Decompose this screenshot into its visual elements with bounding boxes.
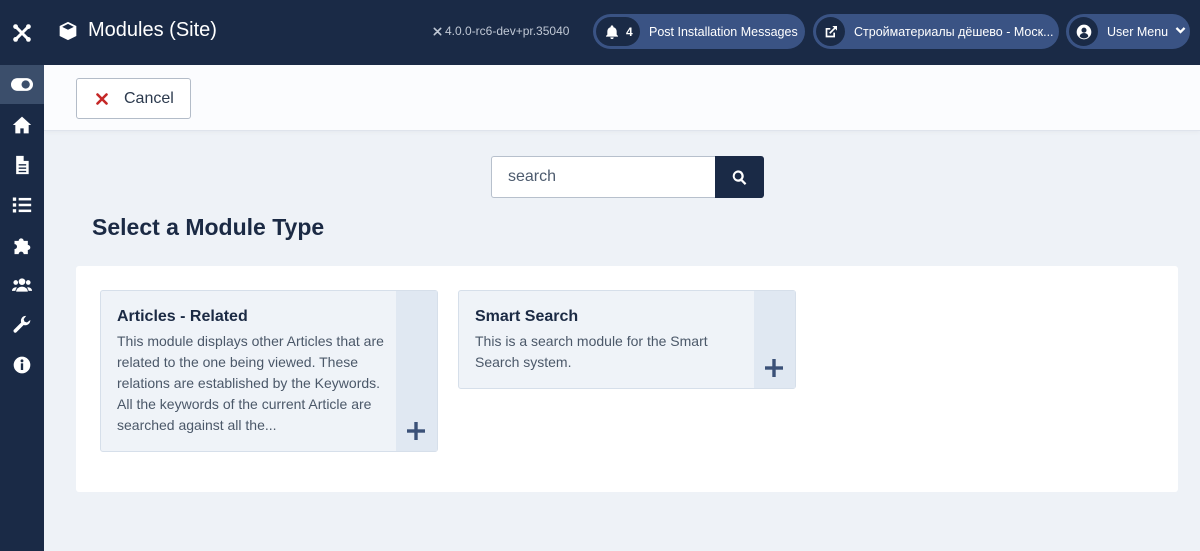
sidebar-item-home[interactable] — [0, 105, 44, 145]
users-icon — [12, 278, 32, 292]
notification-count: 4 — [626, 24, 633, 39]
cube-icon — [59, 21, 77, 40]
module-list-panel: Articles - Related This module displays … — [76, 266, 1178, 492]
external-link-icon — [825, 25, 837, 37]
version-label: 4.0.0-rc6-dev+pr.35040 — [432, 24, 569, 38]
menu-toggle-button[interactable] — [0, 65, 44, 104]
joomla-logo[interactable] — [0, 0, 44, 65]
sidebar-item-help[interactable] — [0, 345, 44, 385]
search-button[interactable] — [715, 156, 764, 198]
joomla-logo-icon — [13, 23, 31, 42]
add-module-button[interactable] — [754, 291, 795, 388]
notification-label: Post Installation Messages — [649, 24, 798, 39]
search-input[interactable] — [491, 156, 716, 198]
home-icon — [12, 116, 32, 134]
version-text: 4.0.0-rc6-dev+pr.35040 — [445, 24, 570, 38]
sidebar-item-system[interactable] — [0, 305, 44, 345]
puzzle-icon — [14, 238, 31, 255]
sidebar-item-users[interactable] — [0, 265, 44, 305]
plus-icon — [407, 422, 425, 440]
module-title: Smart Search — [475, 308, 579, 325]
page-title: Modules (Site) — [88, 19, 217, 41]
user-menu-button[interactable]: User Menu — [1066, 14, 1190, 49]
page-title-wrap: Modules (Site) — [58, 19, 217, 42]
toolbar: Cancel — [44, 65, 1200, 131]
sidebar-item-content[interactable] — [0, 145, 44, 185]
search-icon — [732, 169, 747, 185]
notification-badge: 4 — [596, 17, 640, 46]
toggle-icon — [11, 78, 33, 91]
site-link-button[interactable]: Стройматериалы дёшево - Моск... — [813, 14, 1059, 49]
post-installation-messages-button[interactable]: 4 Post Installation Messages — [593, 14, 805, 49]
plus-icon — [765, 359, 783, 377]
header: Modules (Site) 4.0.0-rc6-dev+pr.35040 4 … — [44, 0, 1200, 65]
user-menu-label: User Menu — [1107, 24, 1169, 39]
joomla-small-icon — [433, 26, 442, 36]
cancel-button-label: Cancel — [124, 89, 174, 107]
sidebar — [0, 0, 44, 551]
file-icon — [16, 155, 29, 175]
module-card-smart-search[interactable]: Smart Search This is a search module for… — [458, 290, 796, 389]
info-icon — [13, 356, 31, 374]
sidebar-item-components[interactable] — [0, 225, 44, 265]
user-circle — [1069, 17, 1098, 46]
site-link-label: Стройматериалы дёшево - Моск... — [854, 24, 1054, 39]
module-card-articles-related[interactable]: Articles - Related This module displays … — [100, 290, 438, 452]
module-description: This module displays other Articles that… — [117, 333, 384, 433]
sidebar-item-menus[interactable] — [0, 185, 44, 225]
list-icon — [12, 197, 32, 213]
module-title: Articles - Related — [117, 308, 248, 325]
user-icon — [1076, 24, 1091, 39]
section-title: Select a Module Type — [92, 214, 325, 240]
add-module-button[interactable] — [396, 291, 437, 451]
external-link-circle — [816, 17, 845, 46]
module-description: This is a search module for the Smart Se… — [475, 333, 708, 370]
cancel-button[interactable]: Cancel — [76, 78, 191, 119]
chevron-down-icon — [1175, 27, 1186, 34]
bell-icon — [606, 24, 618, 39]
wrench-icon — [13, 315, 31, 333]
close-icon — [96, 92, 108, 105]
